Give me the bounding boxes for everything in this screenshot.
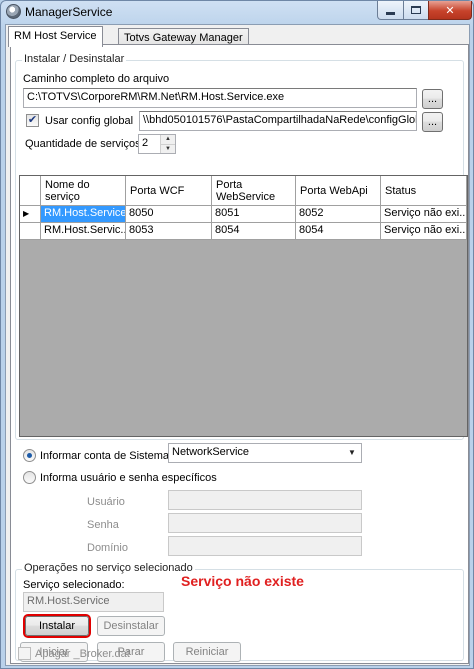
chevron-down-icon[interactable]: ▼	[345, 447, 359, 459]
minimize-button[interactable]	[377, 1, 404, 20]
service-status-message: Serviço não existe	[181, 573, 304, 589]
client-area: RM Host Service Totvs Gateway Manager In…	[5, 24, 470, 666]
column-header-webservice[interactable]: Porta WebService	[212, 176, 296, 206]
quantity-value: 2	[142, 137, 149, 149]
user-field[interactable]	[168, 490, 362, 510]
path-label: Caminho completo do arquivo	[23, 73, 170, 85]
delete-broker-label: Apagar _Broker.dat	[35, 648, 130, 660]
system-account-radio[interactable]	[23, 449, 36, 462]
tab-rm-host-service[interactable]: RM Host Service	[8, 26, 103, 47]
browse-path-button[interactable]: ...	[422, 89, 443, 109]
browse-global-config-button[interactable]: ...	[422, 112, 443, 132]
cell-webapi[interactable]: 8052	[296, 206, 381, 223]
title-bar[interactable]: ManagerService ✕	[1, 1, 473, 23]
cell-wcf[interactable]: 8053	[126, 223, 212, 240]
tab-panel-rm-host-service: Instalar / Desinstalar Caminho completo …	[10, 44, 469, 664]
column-header-webapi[interactable]: Porta WebApi	[296, 176, 381, 206]
install-button[interactable]: Instalar	[25, 616, 89, 636]
system-account-select[interactable]: NetworkService ▼	[168, 443, 362, 463]
grid-corner-cell	[20, 176, 41, 206]
stepper-buttons[interactable]: ▲ ▼	[160, 135, 175, 153]
column-header-wcf[interactable]: Porta WCF	[126, 176, 212, 206]
use-global-config-label: Usar config global	[45, 115, 134, 127]
close-icon: ✕	[445, 4, 455, 17]
domain-field[interactable]	[168, 536, 362, 556]
cell-name[interactable]: RM.Host.Servic...	[41, 223, 126, 240]
column-header-status[interactable]: Status	[381, 176, 467, 206]
app-icon	[6, 4, 21, 19]
quantity-stepper[interactable]: 2 ▲ ▼	[138, 134, 176, 154]
specific-user-radio[interactable]	[23, 471, 36, 484]
selected-service-field[interactable]: RM.Host.Service	[23, 592, 164, 612]
use-global-config-checkbox[interactable]: ✔	[26, 114, 39, 127]
system-account-label: Informar conta de Sistema	[40, 450, 170, 462]
maximize-icon	[411, 6, 421, 14]
delete-broker-checkbox[interactable]	[18, 647, 31, 660]
install-group-legend: Instalar / Desinstalar	[22, 53, 127, 65]
stepper-down-icon[interactable]: ▼	[161, 144, 175, 153]
operations-group-legend: Operações no serviço selecionado	[22, 562, 195, 574]
table-row[interactable]: ▶ RM.Host.Service 8050 8051 8052 Serviço…	[20, 206, 467, 223]
quantity-label: Quantidade de serviços	[25, 138, 141, 150]
column-header-name[interactable]: Nome do serviço	[41, 176, 126, 206]
specific-user-label: Informa usuário e senha específicos	[40, 472, 217, 484]
path-field[interactable]: C:\TOTVS\CorporeRM\RM.Net\RM.Host.Servic…	[23, 88, 417, 108]
cell-webservice[interactable]: 8054	[212, 223, 296, 240]
stepper-up-icon[interactable]: ▲	[161, 135, 175, 144]
cell-webapi[interactable]: 8054	[296, 223, 381, 240]
manager-service-window: ManagerService ✕ RM Host Service Totvs G…	[0, 0, 474, 669]
restart-button[interactable]: Reiniciar	[173, 642, 241, 662]
maximize-button[interactable]	[403, 1, 429, 20]
current-row-icon[interactable]: ▶	[20, 206, 41, 223]
user-label: Usuário	[87, 496, 125, 508]
uninstall-button[interactable]: Desinstalar	[97, 616, 165, 636]
close-button[interactable]: ✕	[428, 1, 472, 20]
cell-status[interactable]: Serviço não exi...	[381, 206, 467, 223]
window-title: ManagerService	[25, 5, 113, 19]
cell-wcf[interactable]: 8050	[126, 206, 212, 223]
cell-status[interactable]: Serviço não exi...	[381, 223, 467, 240]
row-header-cell[interactable]	[20, 223, 41, 240]
system-account-value: NetworkService	[172, 446, 250, 458]
domain-label: Domínio	[87, 542, 128, 554]
minimize-icon	[386, 11, 395, 15]
cell-name[interactable]: RM.Host.Service	[41, 206, 126, 223]
global-config-field[interactable]: \\bhd050101576\PastaCompartilhadaNaRede\…	[139, 111, 417, 131]
cell-webservice[interactable]: 8051	[212, 206, 296, 223]
grid-header: Nome do serviço Porta WCF Porta WebServi…	[20, 176, 467, 206]
password-label: Senha	[87, 519, 119, 531]
table-row[interactable]: RM.Host.Servic... 8053 8054 8054 Serviço…	[20, 223, 467, 240]
services-grid[interactable]: Nome do serviço Porta WCF Porta WebServi…	[19, 175, 468, 437]
password-field[interactable]	[168, 513, 362, 533]
selected-service-label: Serviço selecionado:	[23, 579, 125, 591]
